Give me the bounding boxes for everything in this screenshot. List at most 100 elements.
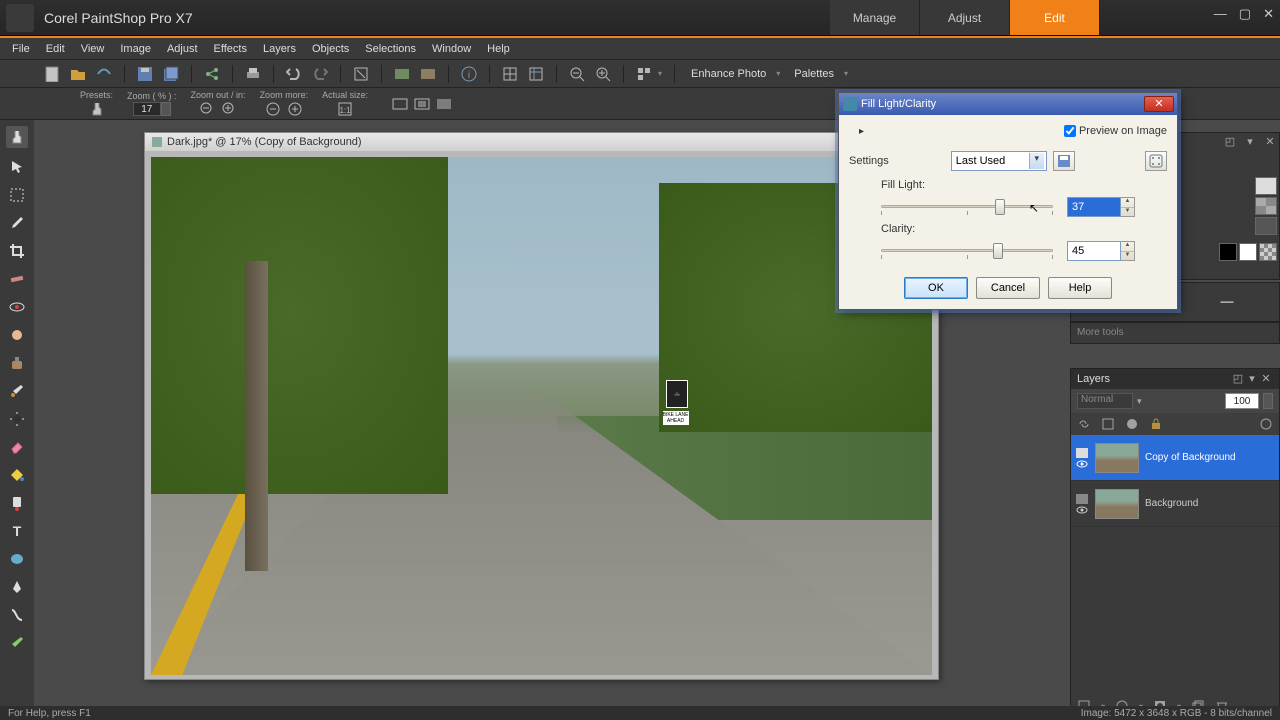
swatch-fg[interactable] [1219,243,1237,261]
canvas[interactable]: 🚲 BIKE LANEAHEAD [151,157,932,675]
blend-mode-select[interactable]: Normal [1077,393,1133,409]
text-tool[interactable]: T [8,522,26,540]
save-icon[interactable] [137,66,153,82]
saveall-icon[interactable] [163,66,179,82]
visibility-icon[interactable] [1076,460,1088,468]
menu-objects[interactable]: Objects [304,40,357,58]
dialog-titlebar[interactable]: Fill Light/Clarity ✕ [839,93,1177,115]
palettes-menu[interactable]: Palettes [790,66,838,82]
map-icon[interactable] [394,66,410,82]
resize-icon[interactable] [353,66,369,82]
undo-icon[interactable] [286,66,302,82]
document-window[interactable]: Dark.jpg* @ 17% (Copy of Background) 🚲 B… [144,132,939,680]
more-tools-label[interactable]: More tools [1070,322,1280,344]
fill-light-input[interactable] [1067,197,1121,217]
help-button[interactable]: Help [1048,277,1112,299]
menu-view[interactable]: View [73,40,113,58]
layer-opacity-input[interactable] [1225,393,1259,409]
print-icon[interactable] [245,66,261,82]
enhance-photo-menu[interactable]: Enhance Photo [687,66,770,82]
fit-image-icon[interactable] [414,96,430,112]
selection-tool[interactable] [8,186,26,204]
makeover-tool[interactable] [8,326,26,344]
pan-tool[interactable] [6,126,28,148]
zoom-value-input[interactable] [133,102,161,116]
menu-file[interactable]: File [4,40,38,58]
fill-spin-down[interactable]: ▼ [1121,208,1134,217]
window-maximize[interactable]: ▢ [1239,6,1251,22]
menu-selections[interactable]: Selections [357,40,424,58]
new-icon[interactable] [44,66,60,82]
minus-icon[interactable]: － [1218,289,1236,315]
picture-tube-tool[interactable] [8,494,26,512]
zoommore-in-icon[interactable] [287,101,303,117]
opt-zoomout-icon[interactable] [199,101,215,117]
layer-lock-icon[interactable] [1149,417,1163,431]
ok-button[interactable]: OK [904,277,968,299]
cancel-button[interactable]: Cancel [976,277,1040,299]
dropper-tool[interactable] [8,214,26,232]
expand-preview-toggle[interactable]: ▸ [859,126,864,137]
fill-spin-up[interactable]: ▲ [1121,198,1134,208]
menu-adjust[interactable]: Adjust [159,40,206,58]
paintbrush-tool[interactable] [8,382,26,400]
zoommore-out-icon[interactable] [265,101,281,117]
lighten-tool[interactable] [8,410,26,428]
zoomout-icon[interactable] [569,66,585,82]
layer-style-icon[interactable] [1259,417,1273,431]
preview-on-image-checkbox[interactable] [1064,125,1076,137]
zoomin-icon[interactable] [595,66,611,82]
panel-undock[interactable]: ◰ [1223,135,1237,149]
window-close[interactable]: ✕ [1263,6,1274,22]
actual-size-icon[interactable]: 1:1 [337,101,353,117]
layers-min[interactable]: ▾ [1245,372,1259,386]
menu-help[interactable]: Help [479,40,518,58]
save-preset-button[interactable] [1053,151,1075,171]
launcher-icon[interactable] [636,66,652,82]
menu-edit[interactable]: Edit [38,40,73,58]
clarity-input[interactable] [1067,241,1121,261]
dialog-close-button[interactable]: ✕ [1144,96,1174,112]
layer-link-icon[interactable] [1077,417,1091,431]
clone-tool[interactable] [8,354,26,372]
eraser-tool[interactable] [8,438,26,456]
layer-item-copy[interactable]: Copy of Background [1071,435,1279,481]
redo-icon[interactable] [312,66,328,82]
layers-close[interactable]: ✕ [1259,372,1273,386]
layer-fx-icon[interactable] [1101,417,1115,431]
crop-tool[interactable] [8,242,26,260]
fit-window-icon[interactable] [392,96,408,112]
fit-screen-icon[interactable] [436,96,452,112]
menu-effects[interactable]: Effects [206,40,255,58]
menu-window[interactable]: Window [424,40,479,58]
info-icon[interactable]: i [461,66,477,82]
swatch-trans[interactable] [1259,243,1277,261]
opt-zoomin-icon[interactable] [221,101,237,117]
clarity-spin-down[interactable]: ▼ [1121,252,1134,261]
panel-min[interactable]: ▾ [1243,135,1257,149]
materials-tab-3[interactable] [1255,217,1277,235]
layer-mask-icon[interactable] [1125,417,1139,431]
materials-tab-1[interactable] [1255,177,1277,195]
layer-item-bg[interactable]: Background [1071,481,1279,527]
layers-undock[interactable]: ◰ [1231,372,1245,386]
visibility-icon[interactable] [1076,506,1088,514]
guides-icon[interactable] [528,66,544,82]
straighten-tool[interactable] [8,270,26,288]
materials-tab-2[interactable] [1255,197,1277,215]
pan-preset-icon[interactable] [89,101,105,117]
menu-image[interactable]: Image [112,40,159,58]
swatch-bg[interactable] [1239,243,1257,261]
clarity-spin-up[interactable]: ▲ [1121,242,1134,252]
clarity-slider[interactable] [881,243,1053,259]
share-icon[interactable] [204,66,220,82]
redeye-tool[interactable] [8,298,26,316]
mode-tab-edit[interactable]: Edit [1010,0,1100,35]
window-minimize[interactable]: — [1214,6,1227,22]
twain-icon[interactable] [96,66,112,82]
grid-icon[interactable] [502,66,518,82]
map2-icon[interactable] [420,66,436,82]
pick-tool[interactable] [8,158,26,176]
panel-close[interactable]: ✕ [1263,135,1277,149]
shape-tool[interactable] [8,550,26,568]
